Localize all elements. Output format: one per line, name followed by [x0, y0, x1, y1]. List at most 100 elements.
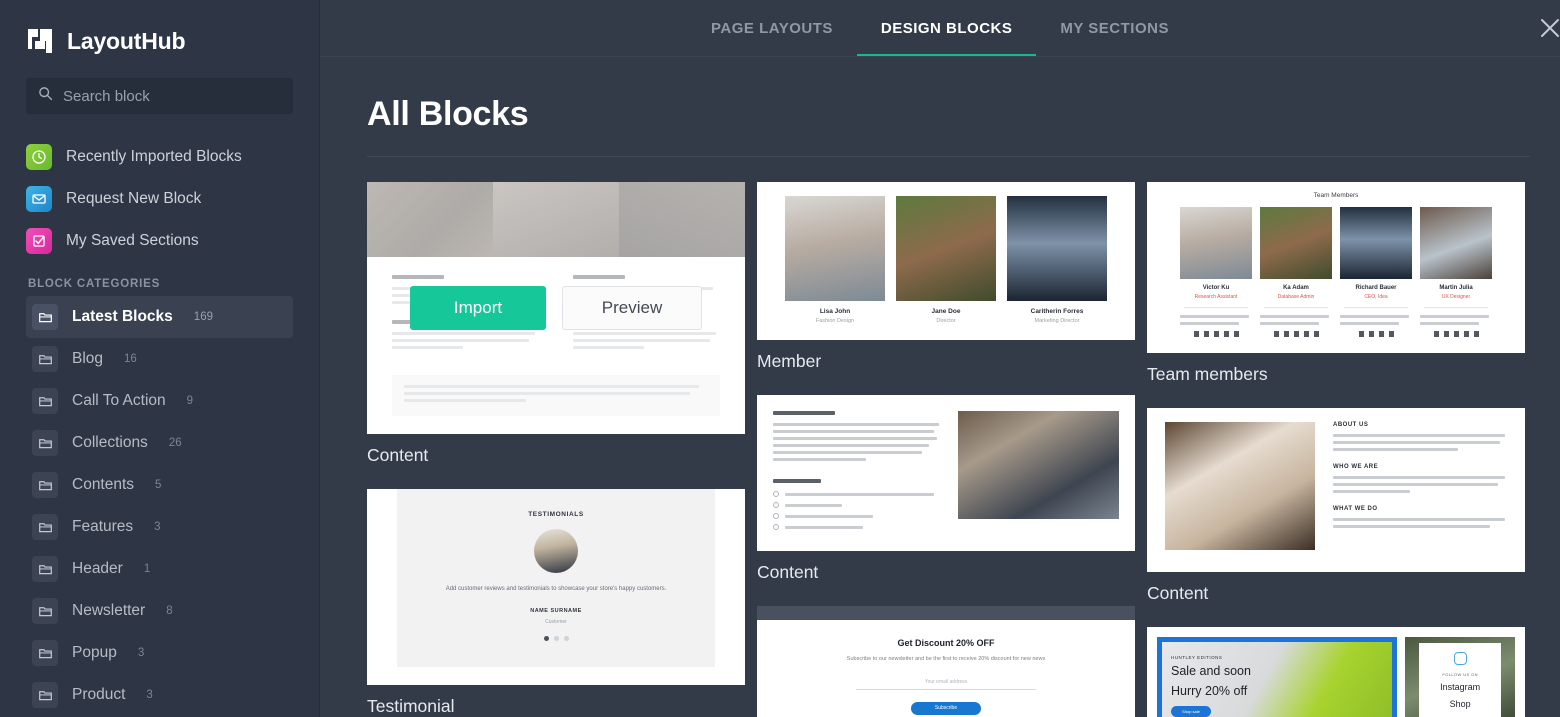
- envelope-icon: [26, 186, 52, 212]
- title-divider: [367, 156, 1530, 157]
- about-section-heading: WHO WE ARE: [1333, 464, 1379, 470]
- member-name: Caritherin Forres: [1030, 308, 1084, 315]
- team-member-item: Martin Julia UX Designer: [1420, 207, 1492, 337]
- category-count: 26: [168, 437, 182, 449]
- category-label: Call To Action: [72, 392, 166, 409]
- category-list: Latest Blocks 169 Blog 16 Call To Action…: [0, 296, 319, 716]
- sidebar-item-recently-imported[interactable]: Recently Imported Blocks: [26, 136, 293, 178]
- team-member-item: Victor Ku Research Assistant: [1180, 207, 1252, 337]
- card-hover-overlay: Import Preview: [367, 182, 745, 434]
- member-photo: [785, 196, 885, 301]
- sidebar-item-newsletter[interactable]: Newsletter 8: [26, 590, 293, 632]
- sale-heading-line2: Hurry 20% off: [1171, 683, 1248, 698]
- team-member-role: UX Designer: [1441, 294, 1471, 300]
- testimonial-quote: Add customer reviews and testimonials to…: [445, 586, 667, 592]
- sidebar-item-features[interactable]: Features 3: [26, 506, 293, 548]
- team-title: Team Members: [1313, 192, 1359, 199]
- block-card-testimonial[interactable]: TESTIMONIALS Add customer reviews and te…: [367, 489, 745, 717]
- card-label: Content: [367, 445, 429, 465]
- block-card-sale[interactable]: HUNTLEY EDITIONS Sale and soon Hurry 20%…: [1147, 627, 1525, 717]
- card-label: Content: [1147, 583, 1209, 603]
- sidebar-item-header[interactable]: Header 1: [26, 548, 293, 590]
- category-label: Newsletter: [72, 602, 146, 619]
- close-button[interactable]: [1532, 12, 1560, 48]
- card-thumbnail: ABOUT US WHO WE ARE WHAT WE DO: [1147, 408, 1525, 572]
- block-card-content-join[interactable]: Content: [757, 395, 1135, 599]
- tab-design-blocks[interactable]: DESIGN BLOCKS: [856, 0, 1037, 57]
- card-thumbnail: Get Discount 20% OFF Subscribe to our ne…: [757, 606, 1135, 717]
- content-area: All Blocks Import Preview Content TESTIM…: [320, 57, 1560, 717]
- folder-icon: [32, 430, 58, 456]
- tab-page-layouts[interactable]: PAGE LAYOUTS: [687, 0, 857, 57]
- sidebar-item-call-to-action[interactable]: Call To Action 9: [26, 380, 293, 422]
- team-member-photo: [1180, 207, 1252, 279]
- join-heading-placeholder: [773, 411, 835, 415]
- search-container: [0, 64, 319, 114]
- instagram-icon: [1453, 652, 1467, 665]
- import-button[interactable]: Import: [410, 286, 546, 330]
- card-label: Member: [757, 351, 822, 371]
- team-member-photo: [1340, 207, 1412, 279]
- tab-my-sections[interactable]: MY SECTIONS: [1036, 0, 1193, 57]
- member-role: Marketing Director: [1034, 318, 1080, 324]
- sidebar-item-blog[interactable]: Blog 16: [26, 338, 293, 380]
- instagram-line1: Instagram: [1440, 682, 1481, 692]
- member-photo: [896, 196, 996, 301]
- brand-name: LayoutHub: [67, 27, 186, 54]
- category-label: Latest Blocks: [72, 308, 173, 325]
- category-count: 3: [137, 647, 145, 659]
- team-member-name: Victor Ku: [1202, 285, 1230, 291]
- category-label: Header: [72, 560, 123, 577]
- block-card-newsletter[interactable]: Get Discount 20% OFF Subscribe to our ne…: [757, 606, 1135, 717]
- folder-icon: [32, 682, 58, 708]
- card-thumbnail: TESTIMONIALS Add customer reviews and te…: [367, 489, 745, 685]
- sidebar-item-latest-blocks[interactable]: Latest Blocks 169: [26, 296, 293, 338]
- block-categories-header: BLOCK CATEGORIES: [28, 278, 161, 290]
- folder-icon: [32, 514, 58, 540]
- sidebar-item-popup[interactable]: Popup 3: [26, 632, 293, 674]
- card-thumbnail: HUNTLEY EDITIONS Sale and soon Hurry 20%…: [1147, 627, 1525, 717]
- member-role: Fashion Design: [815, 318, 855, 324]
- sidebar-item-my-saved-sections[interactable]: My Saved Sections: [26, 220, 293, 262]
- sidebar-item-product[interactable]: Product 3: [26, 674, 293, 716]
- member-role: Director: [936, 318, 956, 324]
- search-box[interactable]: [26, 78, 293, 114]
- member-item: Caritherin Forres Marketing Director: [1007, 196, 1107, 324]
- quick-links: Recently Imported Blocks Request New Blo…: [0, 136, 319, 262]
- newsletter-subscribe-button[interactable]: Subscribe: [911, 701, 981, 715]
- member-item: Lisa John Fashion Design: [785, 196, 885, 324]
- newsletter-heading: Get Discount 20% OFF: [897, 638, 995, 648]
- category-count: 8: [166, 605, 173, 617]
- block-card-team-members[interactable]: Team Members Victor Ku Research Assistan…: [1147, 182, 1525, 401]
- preview-button[interactable]: Preview: [562, 286, 702, 330]
- team-member-photo: [1260, 207, 1332, 279]
- folder-icon: [32, 598, 58, 624]
- sidebar-item-contents[interactable]: Contents 5: [26, 464, 293, 506]
- sale-shop-button[interactable]: Shop sale: [1171, 705, 1211, 717]
- sidebar-item-request-new-block[interactable]: Request New Block: [26, 178, 293, 220]
- grid-column-1: Import Preview Content TESTIMONIALS Add …: [367, 182, 745, 717]
- testimonial-dots: [397, 636, 715, 641]
- block-card-content-about[interactable]: ABOUT US WHO WE ARE WHAT WE DO Content: [1147, 408, 1525, 620]
- layouthub-logo-icon: [26, 27, 56, 55]
- instagram-banner: FOLLOW US ON Instagram Shop Follow now: [1405, 637, 1515, 717]
- team-member-role: Research Assistant: [1194, 294, 1238, 300]
- search-icon: [38, 86, 53, 106]
- grid-column-2: Lisa John Fashion Design Jane Doe Direct…: [757, 182, 1135, 717]
- block-card-content-mission[interactable]: Import Preview Content: [367, 182, 745, 482]
- block-card-member[interactable]: Lisa John Fashion Design Jane Doe Direct…: [757, 182, 1135, 388]
- about-section-heading: WHAT WE DO: [1333, 506, 1378, 512]
- testimonial-avatar: [534, 529, 578, 573]
- search-input[interactable]: [63, 87, 281, 105]
- instagram-line2: Shop: [1449, 698, 1471, 709]
- category-count: 1: [143, 563, 151, 575]
- card-thumbnail: Import Preview: [367, 182, 745, 434]
- brand: LayoutHub: [0, 0, 319, 64]
- category-count: 9: [186, 395, 194, 407]
- sidebar-item-label: My Saved Sections: [66, 232, 199, 249]
- sidebar-item-collections[interactable]: Collections 26: [26, 422, 293, 464]
- blocks-grid: Import Preview Content TESTIMONIALS Add …: [367, 182, 1530, 717]
- category-label: Collections: [72, 434, 148, 451]
- newsletter-email-input[interactable]: Your email address: [856, 679, 1036, 690]
- testimonial-author-role: Customer: [545, 619, 567, 625]
